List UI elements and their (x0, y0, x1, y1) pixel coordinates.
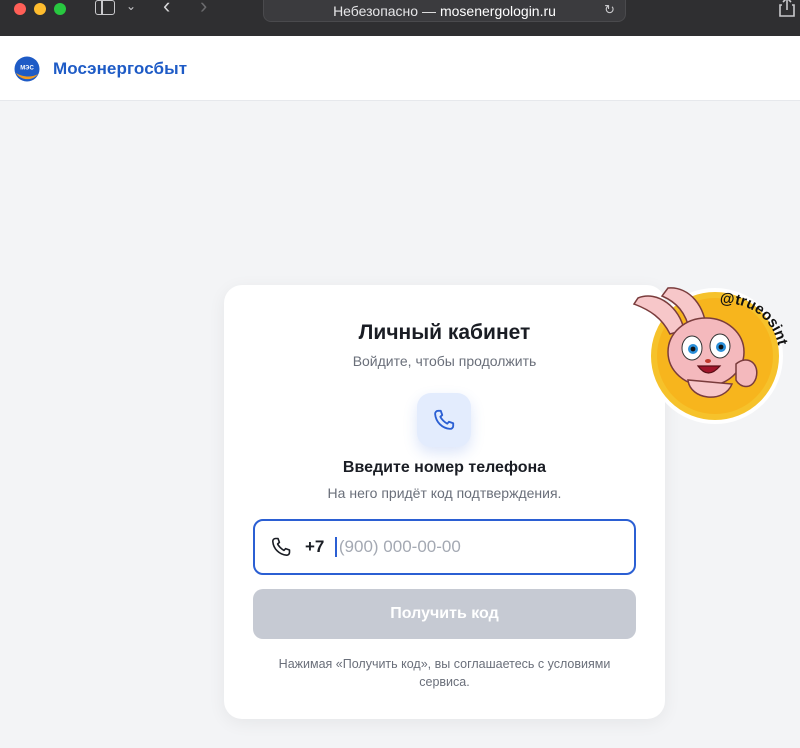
browser-toolbar: ⌄ ‹ › Небезопасно — mosenergologin.ru ↻ (0, 0, 800, 36)
phone-badge (417, 393, 471, 447)
logo-icon[interactable]: МЭС (14, 56, 40, 82)
url-domain: mosenergologin.ru (439, 3, 556, 19)
site-header: МЭС Мосэнергосбыт (0, 36, 800, 101)
brand-name[interactable]: Мосэнергосбыт (53, 59, 187, 79)
card-subtitle: Войдите, чтобы продолжить (352, 353, 537, 369)
phone-field[interactable]: +7 (253, 519, 636, 575)
address-bar[interactable]: Небезопасно — mosenergologin.ru ↻ (263, 0, 626, 22)
chevron-down-icon[interactable]: ⌄ (126, 0, 136, 13)
minimize-window-button[interactable] (34, 3, 46, 15)
step-title: Введите номер телефона (342, 459, 547, 476)
back-arrow-icon[interactable]: ‹ (163, 0, 170, 17)
text-caret (335, 537, 337, 557)
card-title: Личный кабинет (358, 321, 531, 344)
logo-text: МЭС (20, 66, 34, 72)
step-subtitle: На него придёт код подтверждения. (327, 485, 562, 501)
zoom-window-button[interactable] (54, 3, 66, 15)
country-code: +7 (305, 537, 325, 556)
reload-icon[interactable]: ↻ (604, 2, 615, 18)
share-icon[interactable] (777, 0, 797, 17)
phone-icon (434, 409, 455, 430)
phone-icon (272, 537, 291, 556)
sidebar-toggle-icon[interactable] (95, 0, 115, 15)
bunny-sticker-icon: @trueosint (632, 287, 788, 424)
close-window-button[interactable] (14, 3, 26, 15)
forward-arrow-icon[interactable]: › (200, 0, 207, 17)
terms-text: Нажимая «Получить код», вы соглашаетесь … (278, 657, 611, 689)
security-warning-text: Небезопасно — (333, 3, 436, 19)
get-code-button[interactable]: Получить код (253, 589, 636, 639)
login-card: Личный кабинет Войдите, чтобы продолжить… (224, 285, 665, 719)
phone-input[interactable] (338, 537, 599, 557)
